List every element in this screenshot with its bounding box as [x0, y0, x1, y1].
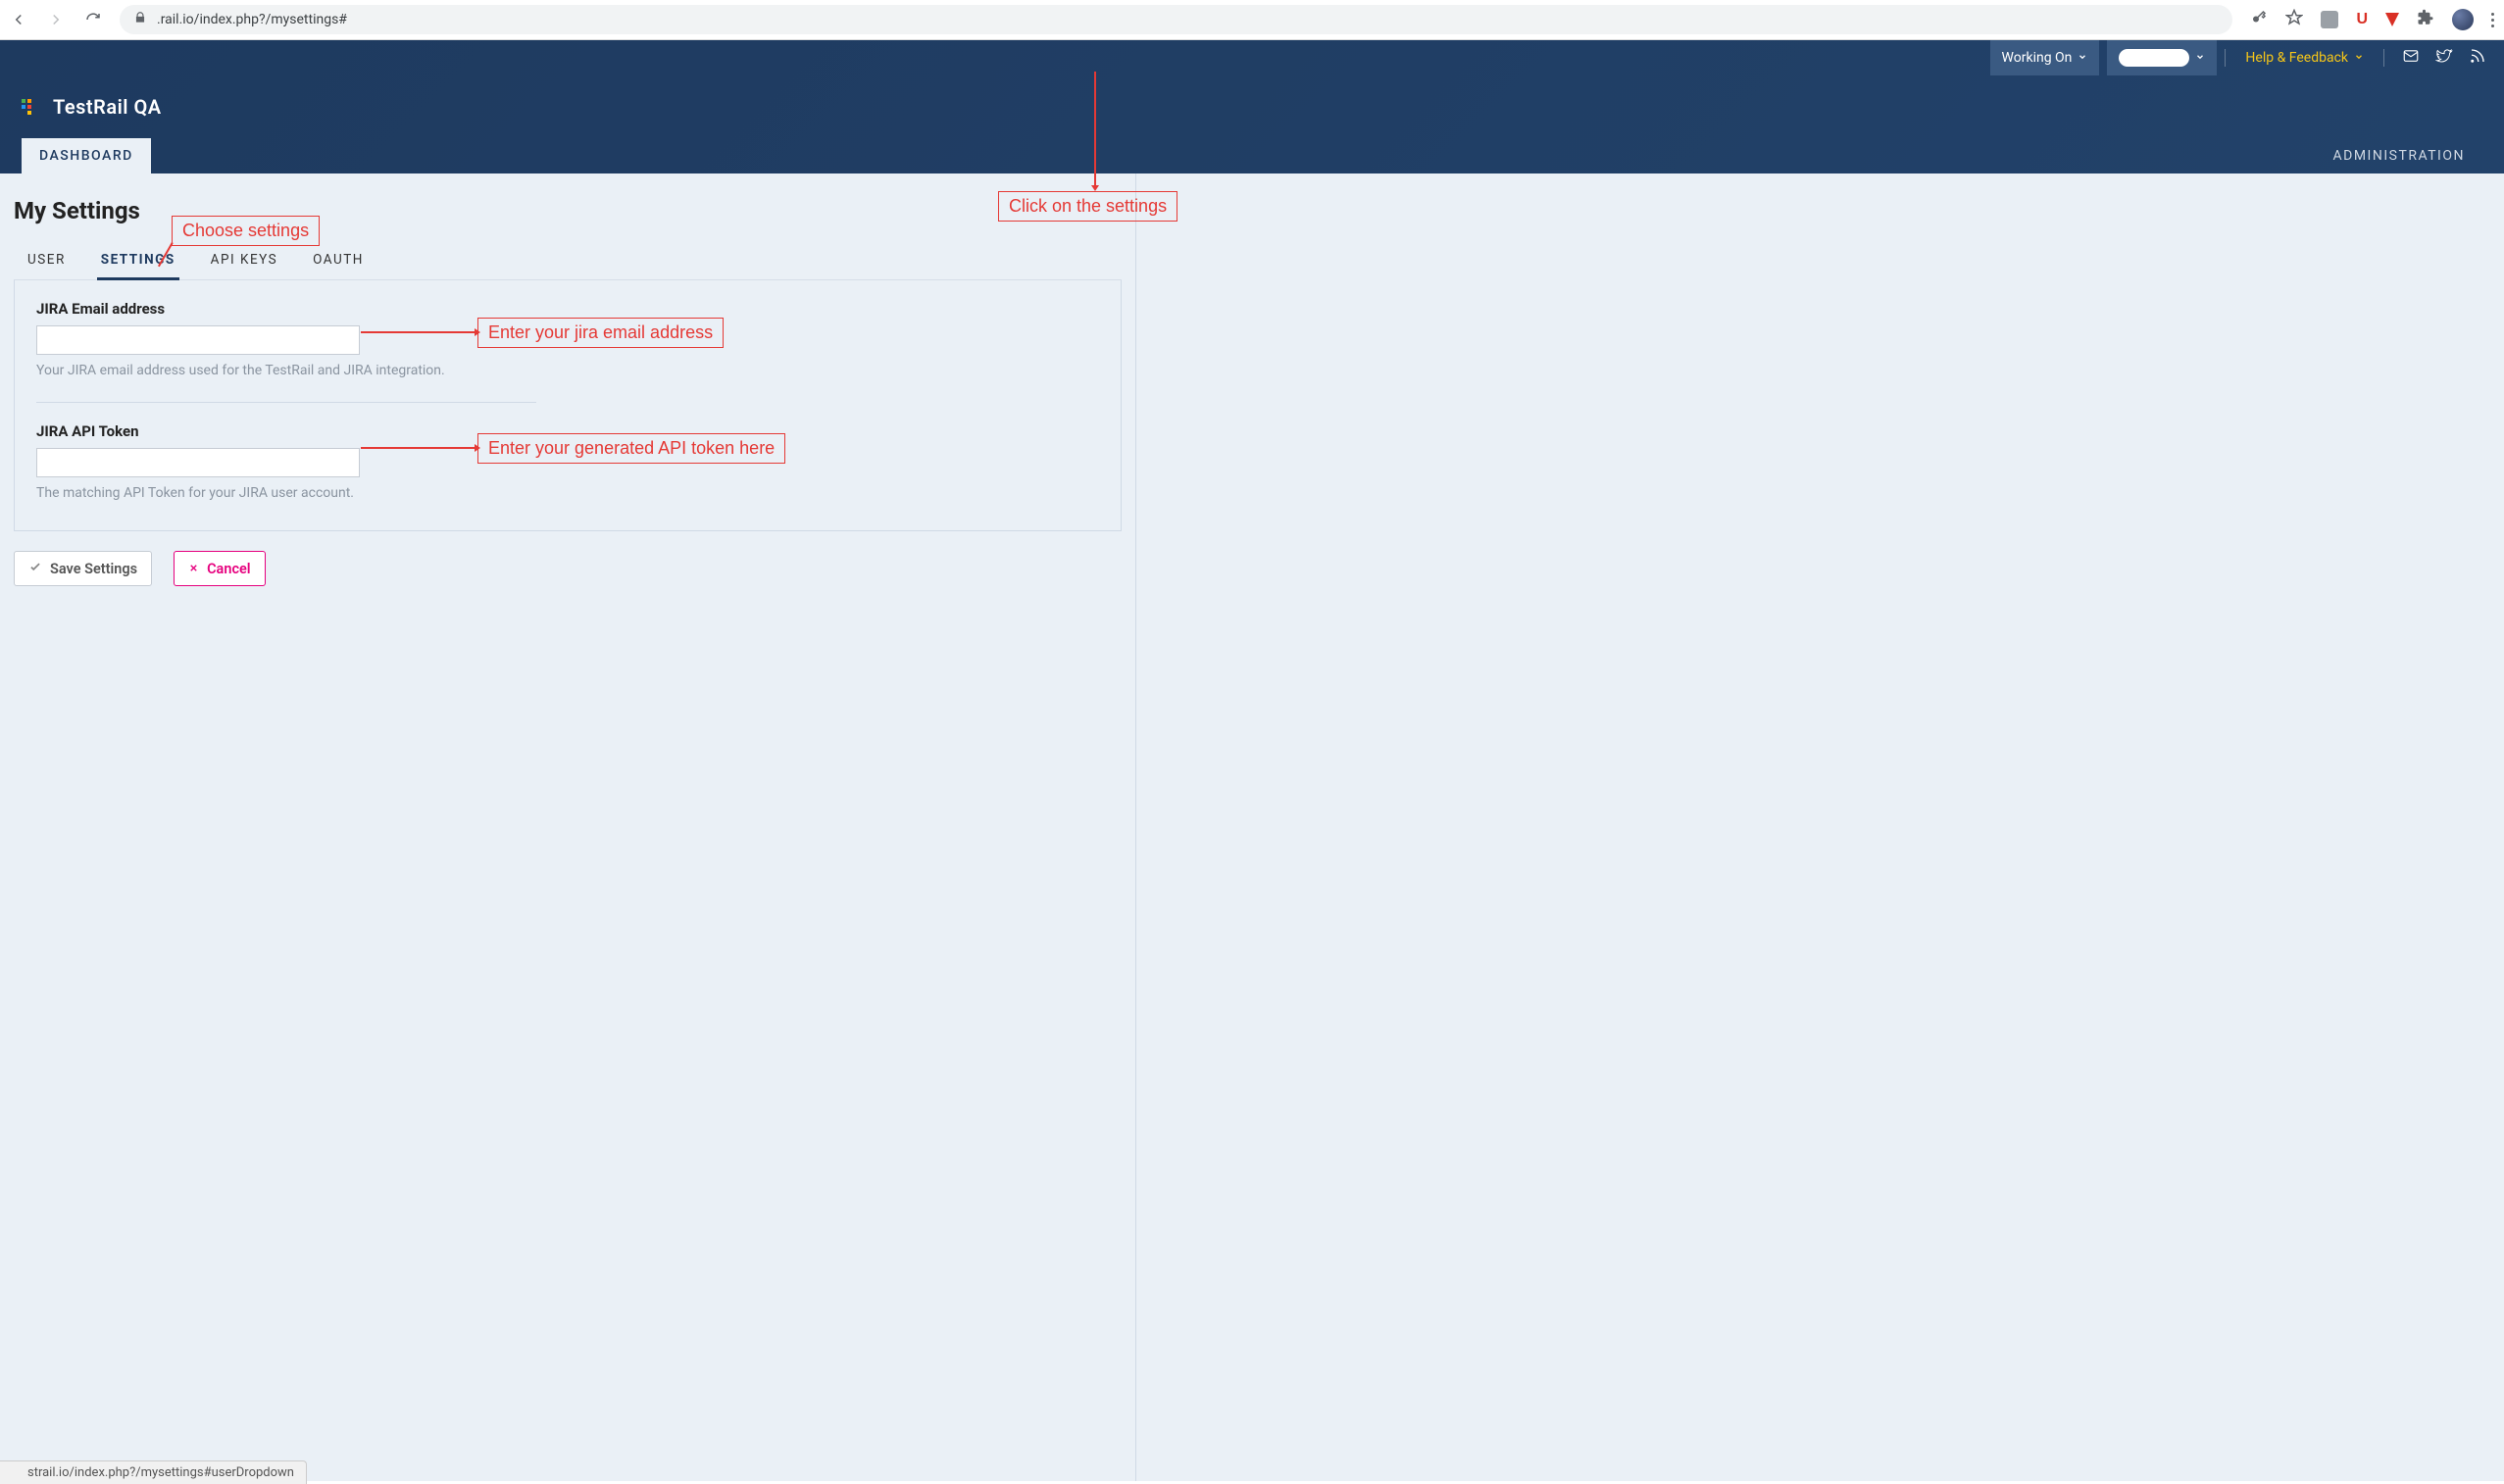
extension-icon[interactable] — [2321, 11, 2338, 28]
extensions-puzzle-icon[interactable] — [2417, 9, 2434, 30]
form-actions: Save Settings Cancel — [14, 551, 1122, 586]
profile-avatar[interactable] — [2452, 9, 2474, 30]
browser-statusbar: strail.io/index.php?/mysettings#userDrop… — [0, 1460, 307, 1484]
mail-icon[interactable] — [2402, 47, 2420, 69]
side-column — [1135, 173, 1411, 1481]
ublock-icon[interactable]: U — [2356, 11, 2368, 28]
help-label: Help & Feedback — [2245, 50, 2348, 66]
username-redacted — [2119, 49, 2189, 67]
browser-toolbar: .rail.io/index.php?/mysettings# U — [0, 0, 2504, 40]
address-bar[interactable]: .rail.io/index.php?/mysettings# — [120, 5, 2232, 34]
settings-tabs: USER SETTINGS API KEYS OAUTH — [14, 242, 1122, 280]
annotation-arrowhead — [475, 444, 480, 452]
annotation-arrowhead — [475, 328, 480, 336]
red-notification-icon[interactable] — [2385, 13, 2399, 26]
annotation-line — [361, 447, 476, 449]
cancel-button[interactable]: Cancel — [174, 551, 266, 586]
rss-icon[interactable] — [2469, 47, 2486, 69]
nav-tab-dashboard[interactable]: DASHBOARD — [22, 138, 151, 173]
annotation-choose-settings: Choose settings — [172, 216, 320, 246]
annotation-enter-email: Enter your jira email address — [477, 318, 724, 348]
annotation-enter-token: Enter your generated API token here — [477, 433, 785, 464]
annotation-click-settings: Click on the settings — [998, 191, 1177, 222]
brand-name: TestRail QA — [53, 95, 162, 119]
separator — [2225, 49, 2226, 67]
jira-email-input[interactable] — [36, 325, 360, 355]
testrail-logo-icon — [22, 99, 37, 115]
cancel-button-label: Cancel — [207, 561, 251, 577]
annotation-arrowhead — [1091, 185, 1099, 191]
nav-reload-icon[interactable] — [84, 11, 102, 28]
twitter-icon[interactable] — [2435, 47, 2453, 69]
separator — [2383, 49, 2384, 67]
page-body: My Settings USER SETTINGS API KEYS OAUTH… — [0, 173, 2504, 1481]
nav-forward-icon[interactable] — [47, 11, 65, 28]
user-dropdown[interactable] — [2107, 40, 2217, 75]
tab-settings[interactable]: SETTINGS — [97, 242, 179, 280]
working-on-label: Working On — [2002, 50, 2073, 66]
app-nav: DASHBOARD ADMINISTRATION — [0, 138, 2504, 173]
save-button[interactable]: Save Settings — [14, 551, 152, 586]
chevron-down-icon — [2078, 50, 2087, 66]
key-icon[interactable] — [2250, 9, 2268, 30]
field-jira-email-label: JIRA Email address — [36, 300, 1099, 318]
address-bar-url: .rail.io/index.php?/mysettings# — [157, 12, 347, 27]
lock-icon — [133, 11, 147, 28]
nav-back-icon[interactable] — [10, 11, 27, 28]
chevron-down-icon — [2354, 50, 2364, 66]
main-column: My Settings USER SETTINGS API KEYS OAUTH… — [0, 173, 1135, 1481]
browser-menu-icon[interactable] — [2491, 13, 2494, 27]
brand-bar: TestRail QA — [0, 75, 2504, 138]
field-jira-email-help: Your JIRA email address used for the Tes… — [36, 363, 1099, 378]
help-dropdown[interactable]: Help & Feedback — [2233, 40, 2376, 75]
star-icon[interactable] — [2285, 9, 2303, 30]
check-icon — [28, 560, 42, 577]
tab-api-keys[interactable]: API KEYS — [207, 242, 282, 279]
nav-tab-administration[interactable]: ADMINISTRATION — [2316, 138, 2482, 173]
annotation-line — [361, 331, 476, 333]
tab-user[interactable]: USER — [24, 242, 70, 279]
chevron-down-icon — [2195, 50, 2205, 66]
field-jira-token-help: The matching API Token for your JIRA use… — [36, 485, 1099, 501]
app-topbar: Working On Help & Feedback — [0, 40, 2504, 75]
jira-token-input[interactable] — [36, 448, 360, 477]
close-icon — [188, 561, 199, 577]
working-on-dropdown[interactable]: Working On — [1990, 40, 2100, 75]
save-button-label: Save Settings — [50, 561, 137, 577]
app-header: Working On Help & Feedback TestRail QA D… — [0, 40, 2504, 173]
tab-oauth[interactable]: OAUTH — [309, 242, 368, 279]
annotation-line — [1094, 72, 1096, 187]
divider — [36, 402, 536, 403]
